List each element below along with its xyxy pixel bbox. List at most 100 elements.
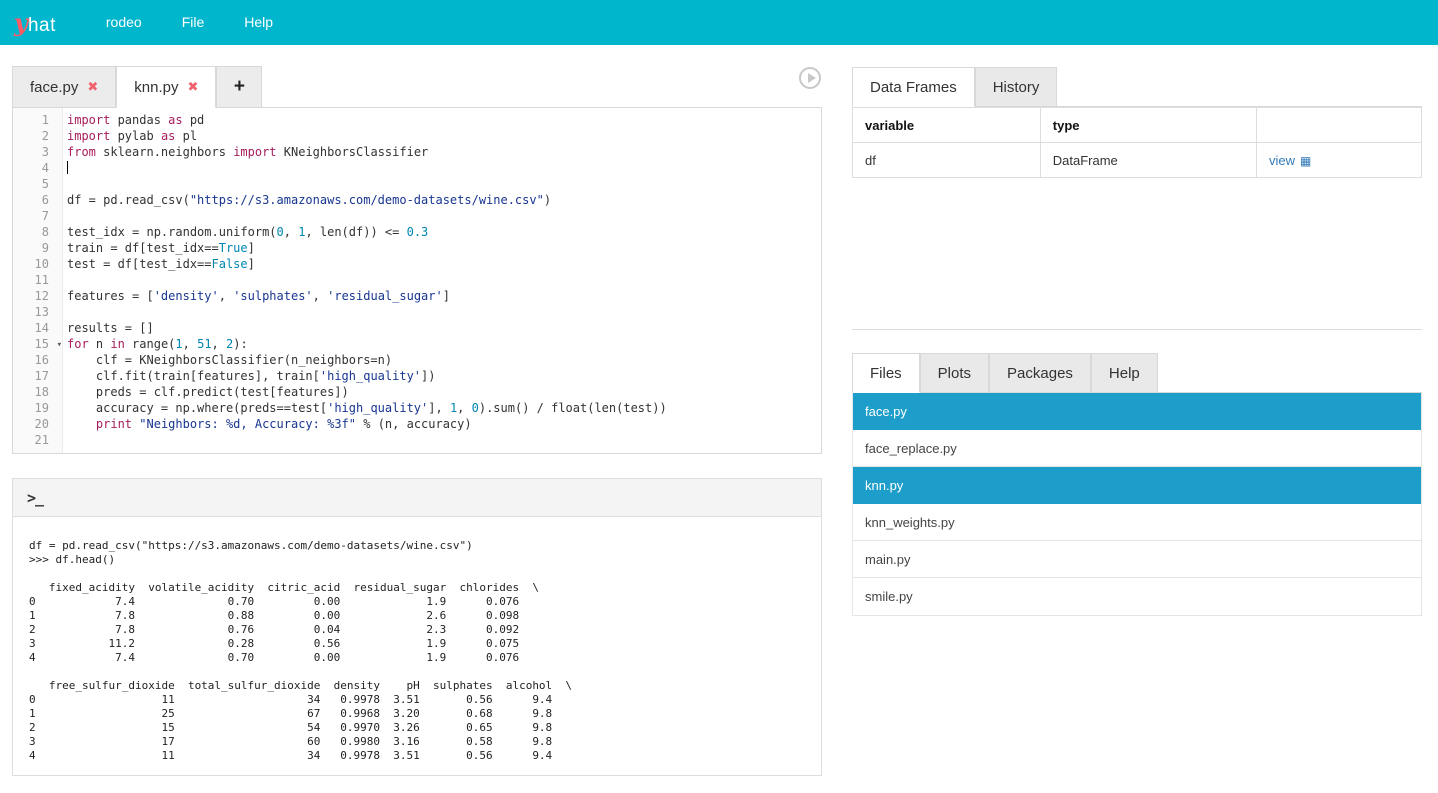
logo-text: hat: [28, 15, 56, 37]
console-panel: >_ df = pd.read_csv("https://s3.amazonaw…: [12, 478, 822, 776]
code-line: 10test = df[test_idx==False]: [13, 256, 821, 272]
code-line: 8test_idx = np.random.uniform(0, 1, len(…: [13, 224, 821, 240]
code-text: clf.fit(train[features], train['high_qua…: [63, 368, 435, 384]
line-number: 6: [13, 192, 63, 208]
column-header: type: [1040, 108, 1256, 143]
file-item-main.py[interactable]: main.py: [853, 541, 1421, 578]
cell-variable: df: [853, 143, 1041, 178]
line-number: 21: [13, 432, 63, 448]
play-icon: [808, 73, 816, 83]
code-text: [63, 304, 67, 320]
file-item-knn.py[interactable]: knn.py: [853, 467, 1421, 504]
code-line: 19 accuracy = np.where(preds==test['high…: [13, 400, 821, 416]
code-line: 18 preds = clf.predict(test[features]): [13, 384, 821, 400]
code-text: test = df[test_idx==False]: [63, 256, 255, 272]
line-number: 13: [13, 304, 63, 320]
code-text: [63, 272, 67, 288]
grid-icon[interactable]: ▦: [1300, 154, 1311, 168]
line-number: 4: [13, 160, 63, 176]
code-line: 11: [13, 272, 821, 288]
tab-label: knn.py: [134, 79, 178, 96]
line-number: 12: [13, 288, 63, 304]
column-header: variable: [853, 108, 1041, 143]
code-line: 7: [13, 208, 821, 224]
line-number: 18: [13, 384, 63, 400]
fold-arrow-icon[interactable]: ▾: [57, 337, 62, 353]
tab-help[interactable]: Help: [1091, 353, 1158, 393]
dataframes-panel: Data FramesHistory variabletype dfDataFr…: [852, 67, 1422, 330]
line-number: 17: [13, 368, 63, 384]
code-line: 14results = []: [13, 320, 821, 336]
code-line: 12features = ['density', 'sulphates', 'r…: [13, 288, 821, 304]
dataframes-table: variabletype dfDataFrame view ▦: [852, 107, 1422, 178]
close-tab-icon[interactable]: ✖: [87, 79, 98, 95]
file-item-knn_weights.py[interactable]: knn_weights.py: [853, 504, 1421, 541]
line-number: 20: [13, 416, 63, 432]
console-text: df = pd.read_csv("https://s3.amazonaws.c…: [29, 525, 805, 763]
code-text: from sklearn.neighbors import KNeighbors…: [63, 144, 428, 160]
code-text: for n in range(1, 51, 2):: [63, 336, 248, 352]
line-number: 10: [13, 256, 63, 272]
code-line: 13: [13, 304, 821, 320]
view-link[interactable]: view: [1269, 153, 1295, 168]
code-line: 3from sklearn.neighbors import KNeighbor…: [13, 144, 821, 160]
code-text: df = pd.read_csv("https://s3.amazonaws.c…: [63, 192, 551, 208]
file-item-face.py[interactable]: face.py: [853, 393, 1421, 430]
code-text: [63, 432, 67, 448]
code-line: 6df = pd.read_csv("https://s3.amazonaws.…: [13, 192, 821, 208]
console-header: >_: [13, 479, 821, 517]
code-text: [63, 176, 67, 192]
tab-data-frames[interactable]: Data Frames: [852, 67, 975, 107]
editor-tab-face.py[interactable]: face.py ✖: [12, 66, 116, 108]
logo-y: y: [14, 8, 28, 37]
tab-plots[interactable]: Plots: [920, 353, 989, 393]
code-line: 15▾for n in range(1, 51, 2):: [13, 336, 821, 352]
menu-item-file[interactable]: File: [162, 0, 225, 45]
new-tab-button[interactable]: +: [216, 66, 262, 108]
code-line: 4: [13, 160, 821, 176]
line-number: 8: [13, 224, 63, 240]
file-item-smile.py[interactable]: smile.py: [853, 578, 1421, 615]
console-output-area[interactable]: df = pd.read_csv("https://s3.amazonaws.c…: [13, 517, 821, 775]
cell-type: DataFrame: [1040, 143, 1256, 178]
file-item-face_replace.py[interactable]: face_replace.py: [853, 430, 1421, 467]
code-line: 20 print "Neighbors: %d, Accuracy: %3f" …: [13, 416, 821, 432]
run-button[interactable]: [799, 67, 821, 89]
console-prompt-icon: >_: [27, 489, 43, 507]
table-header-row: variabletype: [853, 108, 1422, 143]
file-list: face.pyface_replace.pyknn.pyknn_weights.…: [852, 393, 1422, 616]
code-line: 21: [13, 432, 821, 448]
menu-item-rodeo[interactable]: rodeo: [86, 0, 162, 45]
line-number: 1: [13, 112, 63, 128]
code-text: import pylab as pl: [63, 128, 197, 144]
code-line: 5: [13, 176, 821, 192]
code-text: [63, 160, 68, 176]
tab-history[interactable]: History: [975, 67, 1058, 107]
tab-files[interactable]: Files: [852, 353, 920, 393]
menu-item-help[interactable]: Help: [224, 0, 293, 45]
tab-packages[interactable]: Packages: [989, 353, 1091, 393]
code-text: preds = clf.predict(test[features]): [63, 384, 349, 400]
code-editor[interactable]: 1import pandas as pd2import pylab as pl3…: [12, 107, 822, 454]
plus-icon: +: [234, 76, 245, 98]
code-line: 17 clf.fit(train[features], train['high_…: [13, 368, 821, 384]
code-line: 16 clf = KNeighborsClassifier(n_neighbor…: [13, 352, 821, 368]
menu-bar: rodeoFileHelp: [86, 0, 293, 45]
line-number: 5: [13, 176, 63, 192]
code-text: print "Neighbors: %d, Accuracy: %3f" % (…: [63, 416, 472, 432]
yhat-logo[interactable]: yhat: [14, 8, 56, 37]
code-text: features = ['density', 'sulphates', 'res…: [63, 288, 450, 304]
code-line: 9train = df[test_idx==True]: [13, 240, 821, 256]
code-line: 1import pandas as pd: [13, 112, 821, 128]
editor-panel: face.py ✖ knn.py ✖ + 1import pandas as pd2i…: [12, 66, 822, 454]
close-tab-icon[interactable]: ✖: [187, 79, 198, 95]
code-text: train = df[test_idx==True]: [63, 240, 255, 256]
code-line: 2import pylab as pl: [13, 128, 821, 144]
text-cursor: [67, 161, 68, 174]
table-row: dfDataFrame view ▦: [853, 143, 1422, 178]
tab-label: face.py: [30, 79, 78, 96]
line-number: 2: [13, 128, 63, 144]
line-number: 16: [13, 352, 63, 368]
line-number: 19: [13, 400, 63, 416]
editor-tab-knn.py[interactable]: knn.py ✖: [116, 66, 216, 108]
